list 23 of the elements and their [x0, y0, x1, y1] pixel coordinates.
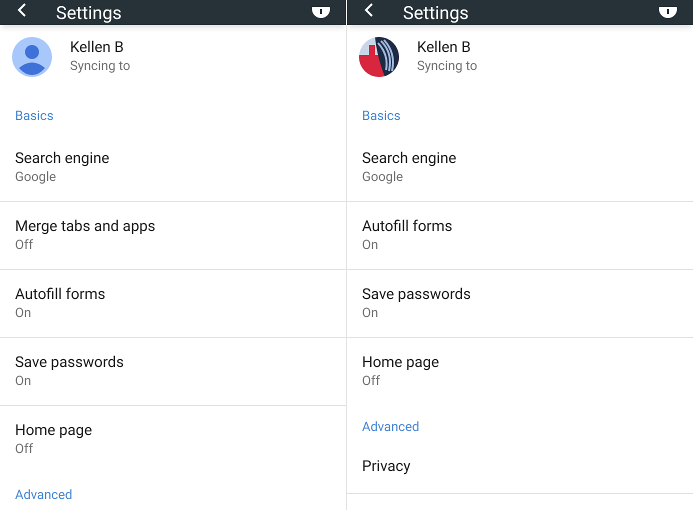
settings-item[interactable]: Save passwords On: [347, 270, 693, 338]
sync-status: Syncing to: [417, 58, 478, 76]
settings-item[interactable]: Search engine Google: [347, 134, 693, 202]
account-name: Kellen B: [70, 37, 125, 57]
screen-title: Settings: [56, 3, 122, 25]
settings-item[interactable]: Autofill forms On: [347, 202, 693, 270]
settings-item[interactable]: Autofill forms On: [0, 270, 346, 338]
settings-item[interactable]: Search engine Google: [0, 134, 346, 202]
settings-item[interactable]: Home page Off: [0, 406, 346, 474]
screen-title: Settings: [403, 3, 469, 25]
settings-item[interactable]: Privacy: [347, 438, 693, 494]
account-name: Kellen B: [417, 37, 472, 57]
section-heading: Basics: [15, 109, 54, 124]
info-icon[interactable]: [312, 7, 330, 21]
section-heading: Advanced: [15, 488, 72, 503]
sync-status: Syncing to: [70, 58, 130, 76]
settings-item[interactable]: Save passwords On: [0, 338, 346, 406]
info-icon[interactable]: [659, 7, 677, 21]
section-heading: Advanced: [362, 420, 420, 435]
settings-item[interactable]: Home page Off: [347, 338, 693, 406]
avatar-icon: [12, 37, 52, 77]
settings-item[interactable]: Merge tabs and apps Off: [0, 202, 346, 270]
section-heading: Basics: [362, 109, 401, 124]
